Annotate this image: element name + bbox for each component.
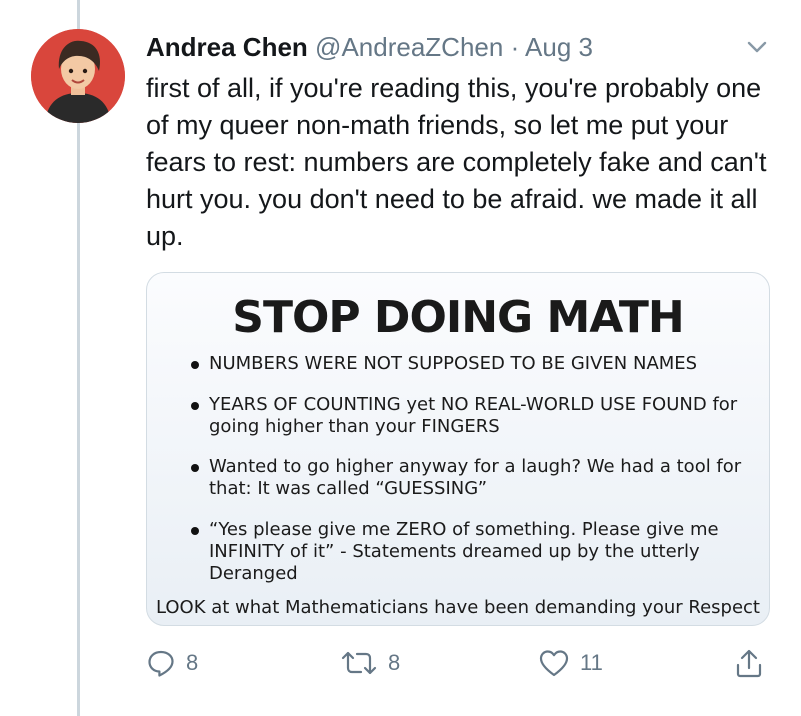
meme-footer: LOOK at what Mathematicians have been de… [155, 597, 760, 618]
reply-button[interactable]: 8 [146, 646, 198, 680]
like-button[interactable]: 11 [538, 646, 603, 680]
share-button[interactable] [734, 646, 764, 680]
avatar-illustration [31, 29, 125, 123]
meme-image-card[interactable]: STOP DOING MATH NUMBERS WERE NOT SUPPOSE… [146, 272, 770, 626]
like-count: 11 [580, 650, 603, 675]
meme-bullet-list: NUMBERS WERE NOT SUPPOSED TO BE GIVEN NA… [191, 353, 751, 585]
retweet-count: 8 [388, 650, 401, 675]
header-separator: · [510, 32, 520, 62]
author-name[interactable]: Andrea Chen [146, 32, 308, 62]
meme-title: STOP DOING MATH [232, 292, 685, 343]
tweet-actions: 8 8 11 [146, 646, 786, 680]
retweet-icon [341, 651, 377, 675]
chevron-down-icon [747, 41, 767, 53]
meme-bullet: “Yes please give me ZERO of something. P… [191, 519, 751, 585]
reply-count: 8 [186, 650, 199, 675]
meme-bullet: Wanted to go higher anyway for a laugh? … [191, 456, 751, 500]
share-icon [736, 649, 762, 678]
meme-bullet: NUMBERS WERE NOT SUPPOSED TO BE GIVEN NA… [191, 353, 751, 375]
avatar[interactable] [31, 29, 125, 123]
author-handle[interactable]: @AndreaZChen [315, 32, 503, 62]
tweet-text: first of all, if you're reading this, yo… [146, 70, 786, 255]
tweet-body: first of all, if you're reading this, yo… [146, 73, 767, 251]
retweet-button[interactable]: 8 [340, 646, 400, 680]
tweet-date[interactable]: Aug 3 [525, 32, 593, 62]
tweet-menu-button[interactable] [744, 36, 770, 58]
tweet-header: Andrea Chen @AndreaZChen · Aug 3 [146, 30, 593, 64]
like-icon [539, 650, 569, 677]
reply-icon [148, 650, 174, 677]
meme-bullet: YEARS OF COUNTING yet NO REAL-WORLD USE … [191, 394, 751, 438]
